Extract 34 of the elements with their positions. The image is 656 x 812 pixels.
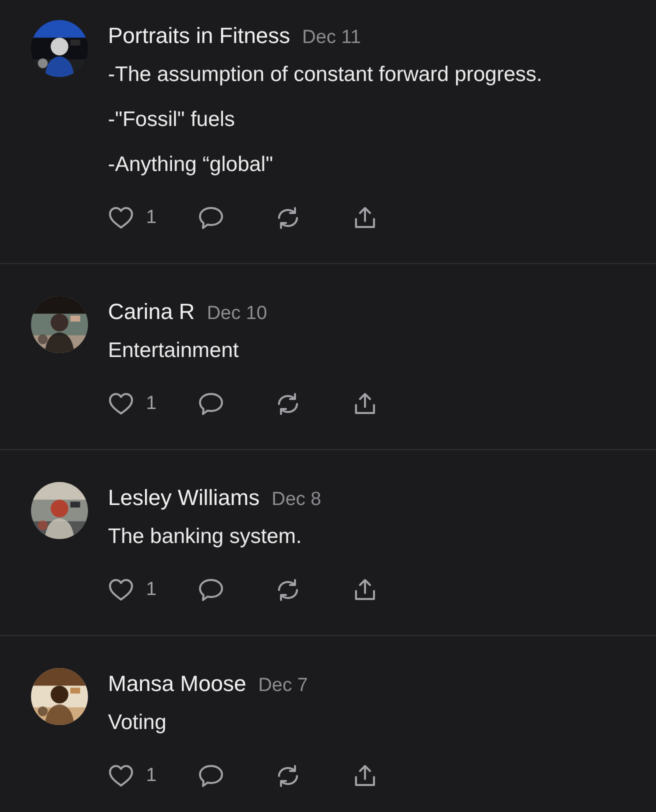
repost-icon[interactable] xyxy=(275,392,301,416)
heart-icon[interactable] xyxy=(108,392,134,416)
share-icon[interactable] xyxy=(352,578,378,602)
comment-date: Dec 10 xyxy=(206,302,268,326)
comment-icon[interactable] xyxy=(198,764,224,788)
share-icon[interactable] xyxy=(352,392,378,416)
heart-icon[interactable] xyxy=(108,206,134,230)
heart-icon[interactable] xyxy=(108,578,134,602)
comment-icon[interactable] xyxy=(198,206,224,230)
comment-text: The banking system. xyxy=(108,524,303,550)
repost-icon[interactable] xyxy=(275,206,301,230)
comment-text: -Anything “global" xyxy=(108,152,274,178)
like-count: 1 xyxy=(146,765,157,787)
share-icon[interactable] xyxy=(352,764,378,788)
comment-date: Dec 8 xyxy=(272,488,322,512)
repost-icon[interactable] xyxy=(275,764,301,788)
like-count: 1 xyxy=(146,207,157,229)
comment-text: Entertainment xyxy=(108,338,240,364)
comment-icon[interactable] xyxy=(198,578,224,602)
author-name[interactable]: Lesley Williams xyxy=(108,483,260,513)
comment-text: -The assumption of constant forward progress. xyxy=(108,62,544,88)
comment-date: Dec 11 xyxy=(302,26,361,50)
comment-date: Dec 7 xyxy=(258,674,308,698)
comment-icon[interactable] xyxy=(198,392,224,416)
comment-text: -"Fossil" fuels xyxy=(108,107,236,133)
comment-text: Voting xyxy=(108,710,168,736)
author-name[interactable]: Carina R xyxy=(108,297,195,327)
like-count: 1 xyxy=(146,393,157,415)
author-name[interactable]: Mansa Moose xyxy=(108,669,246,699)
author-name[interactable]: Portraits in Fitness xyxy=(108,21,290,51)
share-icon[interactable] xyxy=(352,206,378,230)
heart-icon[interactable] xyxy=(108,764,134,788)
repost-icon[interactable] xyxy=(275,578,301,602)
like-count: 1 xyxy=(146,579,157,601)
